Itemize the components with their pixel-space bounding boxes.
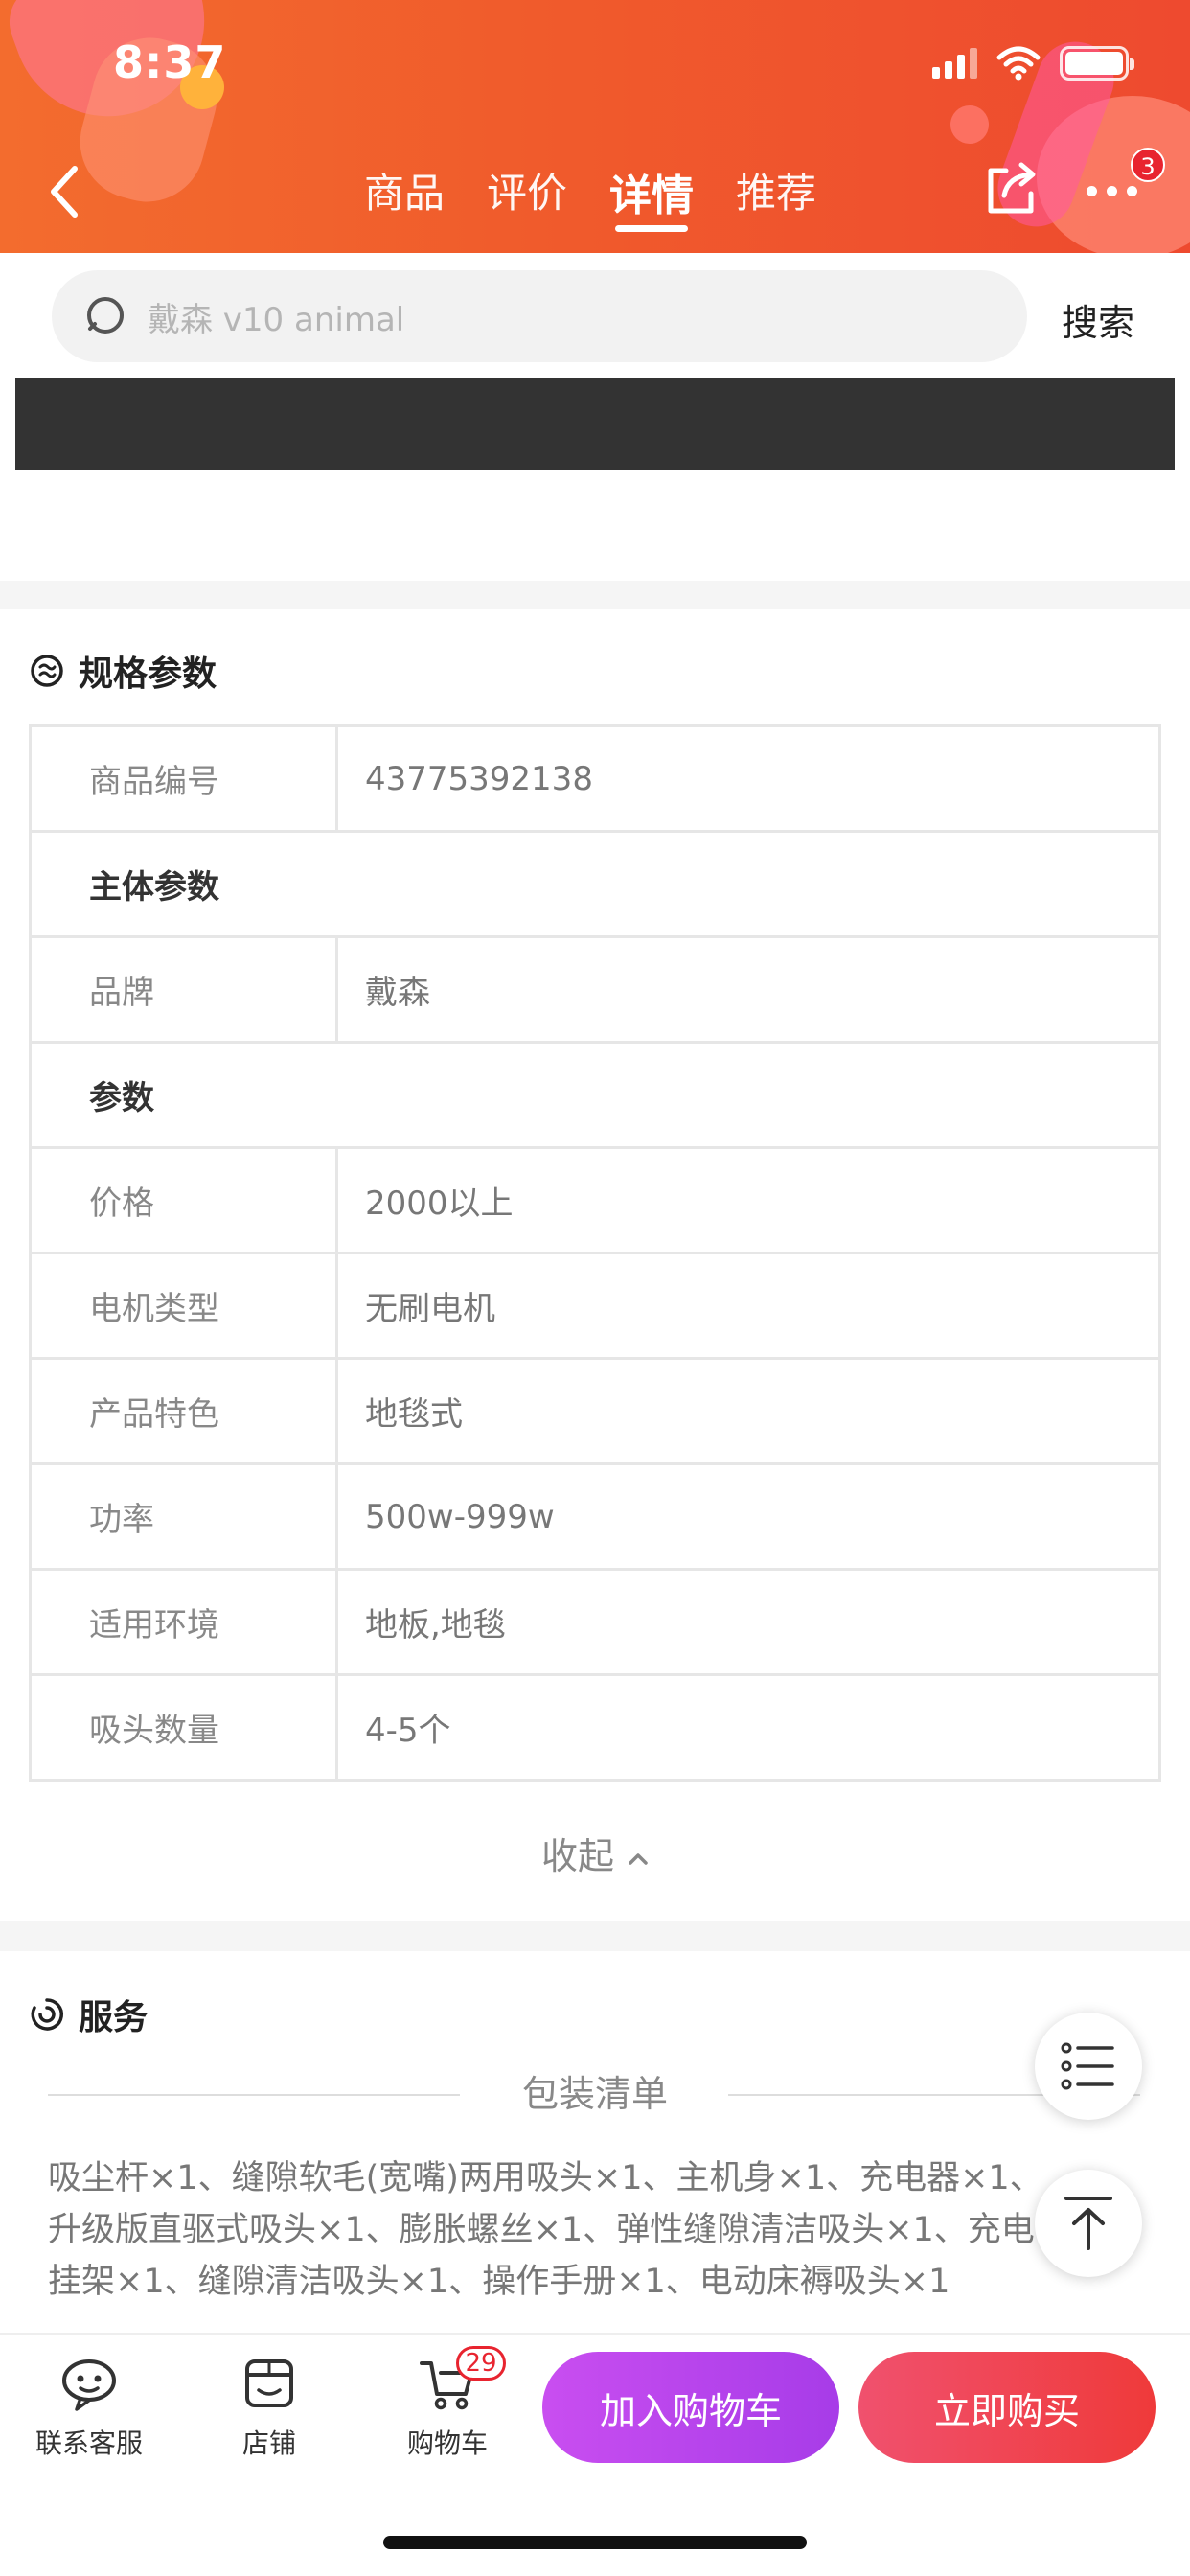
packing-list-title: 包装清单 xyxy=(521,2073,668,2115)
customer-service-icon xyxy=(62,2359,116,2411)
service-icon xyxy=(31,1998,63,2031)
notification-badge: 3 xyxy=(1131,148,1165,182)
spec-value: 2000以上 xyxy=(335,1146,1161,1254)
spec-value: 43775392138 xyxy=(335,724,1161,833)
spec-key: 功率 xyxy=(29,1462,338,1571)
detail-image-banner xyxy=(15,378,1175,470)
store-icon xyxy=(245,2359,293,2407)
battery-icon xyxy=(1060,46,1134,80)
spec-value: 无刷电机 xyxy=(335,1252,1161,1360)
search-button[interactable]: 搜索 xyxy=(1062,293,1134,346)
store-label: 店铺 xyxy=(241,2427,296,2459)
chevron-up-icon xyxy=(629,1852,648,1865)
table-row: 电机类型 无刷电机 xyxy=(29,1252,1161,1360)
table-row: 参数 xyxy=(29,1041,1161,1149)
store-button[interactable]: 店铺 xyxy=(197,2354,341,2461)
collapse-label: 收起 xyxy=(540,1835,614,1877)
spec-value: 戴森 xyxy=(335,935,1161,1044)
tab-details[interactable]: 详情 xyxy=(609,161,694,232)
specs-section-title: 规格参数 xyxy=(29,646,217,696)
table-row: 价格 2000以上 xyxy=(29,1146,1161,1254)
share-icon[interactable] xyxy=(981,157,1042,218)
spec-group-header: 主体参数 xyxy=(29,830,1161,938)
search-icon xyxy=(87,297,124,334)
status-time: 8:37 xyxy=(113,36,227,88)
table-row: 商品编号 43775392138 xyxy=(29,724,1161,833)
section-divider xyxy=(0,1920,1190,1951)
spec-value: 地毯式 xyxy=(335,1357,1161,1465)
spec-key: 品牌 xyxy=(29,935,338,1044)
spec-key: 电机类型 xyxy=(29,1252,338,1360)
cellular-signal-icon xyxy=(932,48,977,79)
spec-value: 4-5个 xyxy=(335,1673,1161,1782)
packing-list-text: 吸尘杆×1、缝隙软毛(宽嘴)两用吸头×1、主机身×1、充电器×1、升级版直驱式吸… xyxy=(48,2159,1043,2301)
spec-key: 吸头数量 xyxy=(29,1673,338,1782)
search-bar: 戴森 v10 animal 搜索 xyxy=(0,253,1190,378)
back-to-top-icon xyxy=(1064,2196,1112,2250)
cart-button[interactable]: 29 购物车 xyxy=(376,2346,519,2461)
top-header: 8:37 商品 评价 详情 推荐 3 xyxy=(0,0,1190,253)
header-decoration xyxy=(950,105,989,144)
customer-service-button[interactable]: 联系客服 xyxy=(17,2354,161,2461)
spec-value: 地板,地毯 xyxy=(335,1568,1161,1676)
back-arrow-icon[interactable] xyxy=(44,163,82,220)
add-to-cart-button[interactable]: 加入购物车 xyxy=(542,2352,839,2463)
tab-goods[interactable]: 商品 xyxy=(364,161,445,228)
table-row: 品牌 戴森 xyxy=(29,935,1161,1044)
back-to-top-button[interactable] xyxy=(1035,2170,1142,2277)
customer-service-label: 联系客服 xyxy=(34,2427,143,2459)
more-dots-icon xyxy=(1087,186,1150,196)
tab-reviews[interactable]: 评价 xyxy=(487,161,567,228)
tab-recommend[interactable]: 推荐 xyxy=(736,161,816,228)
product-tabs: 商品 评价 详情 推荐 xyxy=(364,161,816,232)
specs-icon xyxy=(31,655,63,687)
spec-group-header: 参数 xyxy=(29,1041,1161,1149)
collapse-button[interactable]: 收起 xyxy=(0,1827,1190,1879)
status-icons xyxy=(932,46,1134,80)
spec-key: 适用环境 xyxy=(29,1568,338,1676)
wifi-icon xyxy=(996,46,1041,80)
specs-title: 规格参数 xyxy=(79,655,217,694)
catalog-float-button[interactable] xyxy=(1035,2012,1142,2120)
list-icon xyxy=(1061,2042,1114,2090)
table-row: 适用环境 地板,地毯 xyxy=(29,1568,1161,1676)
bottom-action-bar: 联系客服 店铺 29 购物车 加入购物车 立即购买 xyxy=(0,2333,1190,2476)
home-indicator[interactable] xyxy=(383,2536,807,2549)
service-section-title: 服务 xyxy=(29,1990,148,2039)
table-row: 吸头数量 4-5个 xyxy=(29,1673,1161,1782)
buy-now-button[interactable]: 立即购买 xyxy=(858,2352,1156,2463)
spec-key: 价格 xyxy=(29,1146,338,1254)
service-title: 服务 xyxy=(79,1998,149,2037)
search-placeholder: 戴森 v10 animal xyxy=(148,300,405,339)
cart-count-badge: 29 xyxy=(456,2346,506,2380)
table-row: 主体参数 xyxy=(29,830,1161,938)
spec-value: 500w-999w xyxy=(335,1462,1161,1571)
section-divider xyxy=(0,581,1190,610)
table-row: 产品特色 地毯式 xyxy=(29,1357,1161,1465)
spec-key: 商品编号 xyxy=(29,724,338,833)
spec-table: 商品编号 43775392138 主体参数 品牌 戴森 参数 价格 2000以上… xyxy=(29,724,1161,1782)
spec-key: 产品特色 xyxy=(29,1357,338,1465)
cart-label: 购物车 xyxy=(406,2427,488,2459)
search-input[interactable]: 戴森 v10 animal xyxy=(52,270,1027,362)
table-row: 功率 500w-999w xyxy=(29,1462,1161,1571)
